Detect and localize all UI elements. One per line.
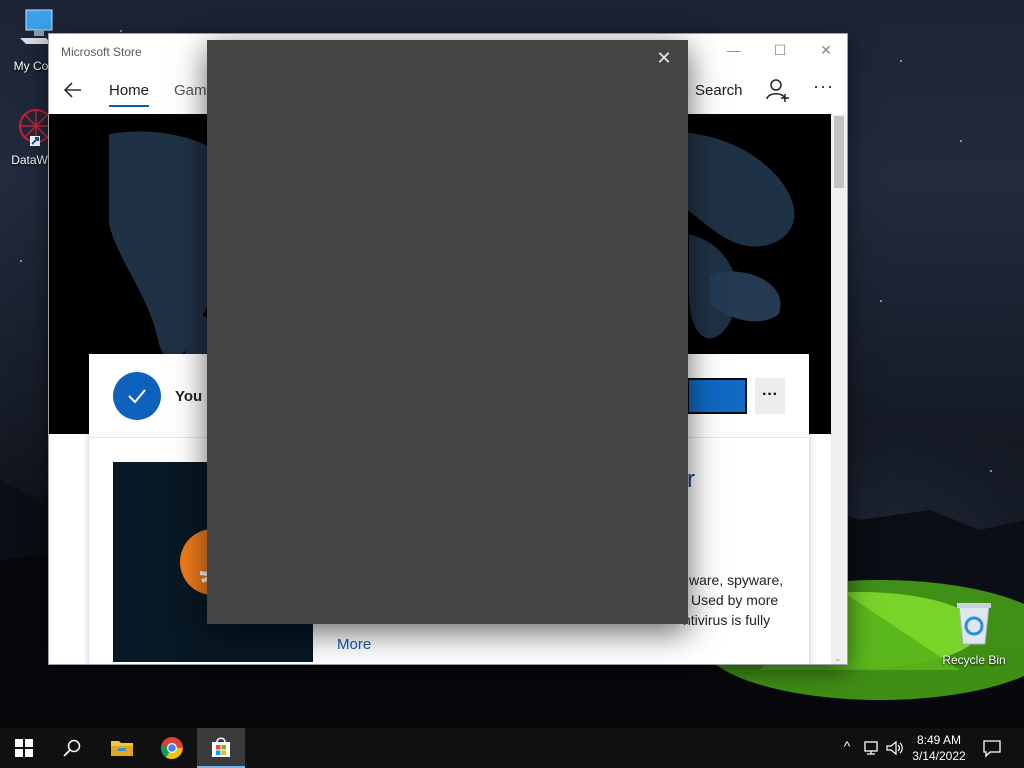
tab-gaming[interactable]: Gami [174, 82, 210, 99]
close-button[interactable]: ✕ [803, 34, 847, 66]
desktop-icon-recycle-bin[interactable]: Recycle Bin [938, 600, 1010, 667]
add-user-icon[interactable] [765, 77, 791, 103]
description-line: ware, spyware, [689, 572, 784, 588]
network-icon[interactable] [862, 738, 882, 758]
file-explorer-icon [111, 741, 133, 756]
store-icon [212, 737, 230, 757]
description-line: ntivirus is fully [683, 612, 771, 628]
star [900, 60, 902, 62]
star [880, 300, 882, 302]
search-button[interactable]: Search [695, 82, 743, 99]
scrollbar-thumb[interactable] [834, 116, 844, 188]
star [960, 140, 962, 142]
checkmark-icon [113, 372, 161, 420]
description-line: Used by more [691, 592, 779, 608]
dialog-close-button[interactable]: ✕ [654, 48, 674, 68]
chrome-icon [160, 737, 183, 759]
notification-icon[interactable] [982, 738, 1002, 758]
window-title: Microsoft Store [61, 45, 142, 59]
start-button[interactable] [0, 728, 48, 768]
app-title-fragment: r [687, 466, 695, 493]
store-taskbar-button[interactable] [197, 728, 245, 768]
maximize-button[interactable]: ☐ [757, 34, 803, 66]
search-taskbar-button[interactable] [48, 728, 96, 768]
more-link[interactable]: More [337, 636, 371, 653]
desktop-icon-label: Recycle Bin [942, 653, 1006, 667]
tab-home[interactable]: Home [109, 82, 150, 107]
chrome-button[interactable] [148, 728, 196, 768]
more-options-button[interactable]: ··· [813, 76, 834, 97]
taskbar: ^ 8:49 AM 3/14/2022 [0, 728, 1024, 768]
chevron-up-icon[interactable]: ^ [837, 738, 857, 758]
vertical-scrollbar[interactable]: ⌄ [831, 114, 847, 664]
start-icon [15, 739, 33, 757]
search-icon [63, 739, 81, 757]
clock-date: 3/14/2022 [912, 749, 966, 763]
recycle-bin-icon [957, 603, 991, 645]
star [120, 30, 122, 32]
file-explorer-button[interactable] [98, 728, 146, 768]
back-arrow-icon[interactable] [61, 78, 85, 102]
star [20, 260, 22, 262]
primary-action-button[interactable] [687, 378, 747, 414]
taskbar-clock[interactable]: 8:49 AM 3/14/2022 [898, 732, 980, 764]
clock-time: 8:49 AM [916, 733, 962, 747]
minimize-button[interactable]: — [711, 34, 757, 66]
blank-dialog: ✕ [207, 40, 688, 624]
scroll-down-arrow-icon[interactable]: ⌄ [834, 653, 842, 664]
more-actions-button[interactable]: ··· [755, 378, 785, 414]
